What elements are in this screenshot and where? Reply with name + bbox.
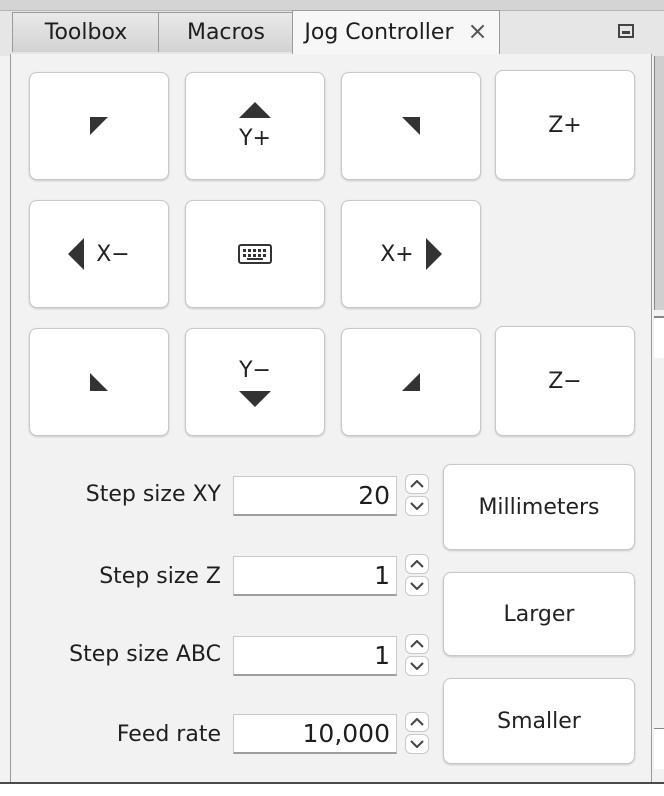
step-size-xy-spinner[interactable] bbox=[405, 474, 431, 518]
keyboard-jog-button[interactable] bbox=[185, 200, 325, 308]
jog-diagonal-x-minus-y-minus-button[interactable] bbox=[29, 328, 169, 436]
tab-toolbox[interactable]: Toolbox bbox=[12, 12, 160, 52]
smaller-step-button[interactable]: Smaller bbox=[443, 678, 635, 764]
jog-y-plus-button[interactable]: Y+ bbox=[185, 72, 325, 180]
chevron-down-icon bbox=[410, 502, 424, 510]
side-panel-edge bbox=[654, 728, 664, 769]
jog-diagonal-x-plus-y-plus-button[interactable] bbox=[341, 72, 481, 180]
jog-x-minus-label: X− bbox=[96, 241, 130, 267]
jog-y-plus-label: Y+ bbox=[239, 125, 271, 151]
chevron-up-icon bbox=[410, 640, 424, 648]
jog-diagonal-x-plus-y-minus-button[interactable] bbox=[341, 328, 481, 436]
jog-x-plus-label: X+ bbox=[380, 241, 414, 267]
jog-z-plus-label: Z+ bbox=[548, 112, 582, 138]
increment-button[interactable] bbox=[405, 634, 429, 654]
decrement-button[interactable] bbox=[405, 496, 429, 516]
step-size-xy-label: Step size XY bbox=[85, 482, 221, 507]
tab-label: Jog Controller bbox=[304, 20, 454, 45]
increment-button[interactable] bbox=[405, 712, 429, 732]
units-toggle-button[interactable]: Millimeters bbox=[443, 464, 635, 550]
decrement-button[interactable] bbox=[405, 734, 429, 754]
step-size-z-input[interactable]: 1 bbox=[233, 556, 397, 596]
step-size-abc-input[interactable]: 1 bbox=[233, 636, 397, 676]
jog-y-minus-label: Y− bbox=[239, 357, 271, 383]
side-panel-edge bbox=[654, 316, 664, 358]
decrement-button[interactable] bbox=[405, 576, 429, 596]
scrollbar-track bbox=[654, 56, 664, 310]
chevron-up-icon bbox=[410, 480, 424, 488]
chevron-down-icon bbox=[410, 582, 424, 590]
arrow-down-icon bbox=[239, 390, 271, 407]
minimize-icon[interactable] bbox=[618, 24, 634, 38]
increment-button[interactable] bbox=[405, 474, 429, 494]
feed-rate-label: Feed rate bbox=[116, 722, 221, 747]
feed-rate-input[interactable]: 10,000 bbox=[233, 714, 397, 754]
tab-bar: Toolbox Macros Jog Controller × bbox=[0, 0, 664, 56]
arrow-down-right-icon bbox=[402, 373, 420, 391]
larger-step-button[interactable]: Larger bbox=[443, 572, 635, 656]
step-size-xy-input[interactable]: 20 bbox=[233, 476, 397, 516]
jog-x-minus-button[interactable]: X− bbox=[29, 200, 169, 308]
step-size-abc-spinner[interactable] bbox=[405, 634, 431, 678]
arrow-right-icon bbox=[425, 238, 442, 270]
jog-z-plus-button[interactable]: Z+ bbox=[495, 70, 635, 180]
tab-label: Toolbox bbox=[44, 20, 128, 45]
feed-rate-spinner[interactable] bbox=[405, 712, 431, 756]
tab-jog-controller[interactable]: Jog Controller × bbox=[292, 10, 500, 54]
larger-label: Larger bbox=[503, 601, 575, 627]
step-size-abc-label: Step size ABC bbox=[69, 642, 221, 667]
smaller-label: Smaller bbox=[497, 708, 581, 734]
jog-z-minus-label: Z− bbox=[548, 368, 582, 394]
step-size-z-label: Step size Z bbox=[99, 564, 221, 589]
step-size-z-spinner[interactable] bbox=[405, 554, 431, 598]
chevron-down-icon bbox=[410, 740, 424, 748]
increment-button[interactable] bbox=[405, 554, 429, 574]
chevron-up-icon bbox=[410, 718, 424, 726]
arrow-up-right-icon bbox=[402, 117, 420, 135]
jog-x-plus-button[interactable]: X+ bbox=[341, 200, 481, 308]
keyboard-icon bbox=[238, 244, 272, 264]
decrement-button[interactable] bbox=[405, 656, 429, 676]
jog-diagonal-x-minus-y-plus-button[interactable] bbox=[29, 72, 169, 180]
jog-y-minus-button[interactable]: Y− bbox=[185, 328, 325, 436]
units-label: Millimeters bbox=[478, 494, 600, 520]
arrow-up-left-icon bbox=[90, 117, 108, 135]
tab-macros[interactable]: Macros bbox=[158, 12, 294, 52]
jog-z-minus-button[interactable]: Z− bbox=[495, 326, 635, 436]
chevron-up-icon bbox=[410, 560, 424, 568]
arrow-up-icon bbox=[239, 101, 271, 118]
tab-label: Macros bbox=[186, 20, 266, 45]
chevron-down-icon bbox=[410, 662, 424, 670]
jog-controller-panel: Y+ Z+ X− X+ Y− Z− Step size XY 20 Step s… bbox=[10, 54, 652, 782]
arrow-down-left-icon bbox=[90, 373, 108, 391]
close-icon[interactable]: × bbox=[468, 17, 488, 45]
arrow-left-icon bbox=[68, 238, 85, 270]
